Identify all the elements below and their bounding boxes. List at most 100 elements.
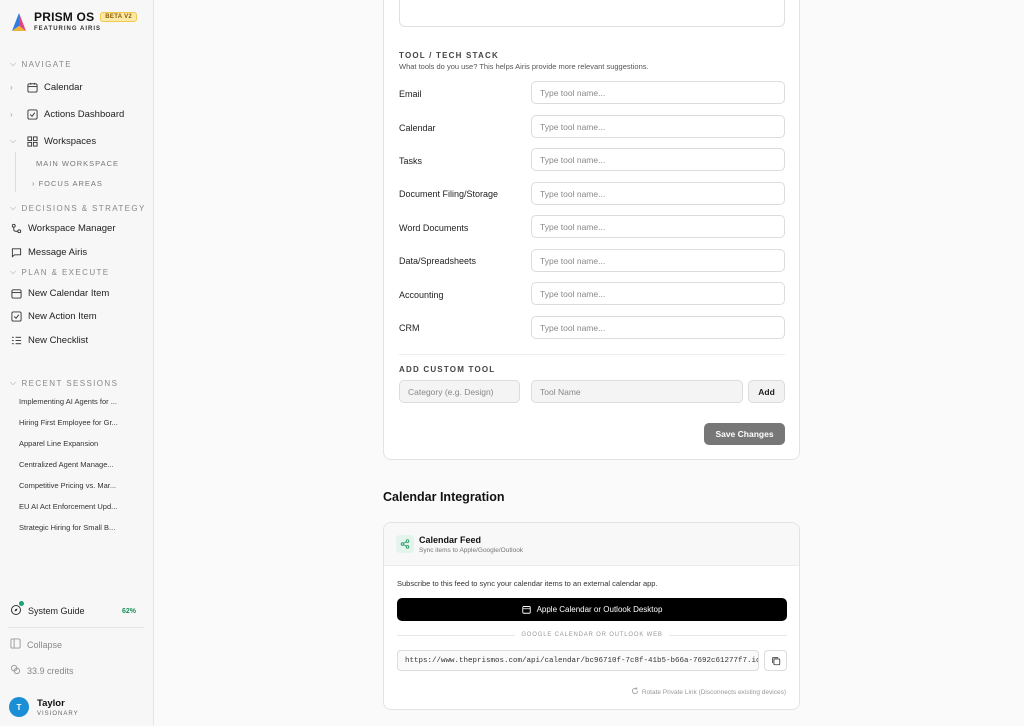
navigate-section[interactable]: ⌵ NAVIGATE: [10, 59, 72, 69]
add-tool-button[interactable]: Add: [748, 380, 785, 403]
tool-stack-title: TOOL / TECH STACK: [399, 51, 499, 60]
brand-name: PRISM OS: [34, 10, 95, 24]
refresh-icon: [631, 687, 639, 697]
session-item[interactable]: Apparel Line Expansion: [19, 439, 129, 448]
guide-progress: 62%: [121, 607, 136, 615]
tool-input-crm[interactable]: [531, 316, 785, 339]
message-icon: [10, 246, 22, 258]
sidebar-item-new-action-item[interactable]: New Action Item: [10, 310, 97, 322]
tool-label-tasks: Tasks: [399, 156, 423, 166]
checkbox-icon: [10, 310, 22, 322]
grid-icon: [26, 135, 38, 147]
tool-input-spreadsheets[interactable]: [531, 249, 785, 272]
recent-sessions-section[interactable]: ⌵ RECENT SESSIONS: [10, 378, 118, 388]
checklist-icon: [10, 334, 22, 346]
session-item[interactable]: Centralized Agent Manage...: [19, 460, 129, 469]
chevron-down-icon: ⌵: [10, 59, 18, 68]
calendar-url-field[interactable]: https://www.theprismos.com/api/calendar/…: [397, 650, 759, 671]
collapse-icon: [10, 638, 21, 651]
plan-section[interactable]: ⌵ PLAN & EXECUTE: [10, 267, 110, 277]
tool-label-accounting: Accounting: [399, 290, 444, 300]
rotate-link-button[interactable]: Rotate Private Link (Disconnects existin…: [631, 687, 786, 697]
sidebar-item-label: Message Airis: [28, 246, 88, 258]
sidebar-item-main-workspace[interactable]: MAIN WORKSPACE: [36, 159, 119, 168]
user-profile[interactable]: T Taylor VISIONARY: [9, 697, 79, 717]
brand-subtitle: FEATURING AIRIS: [34, 26, 101, 32]
tool-label-spreadsheets: Data/Spreadsheets: [399, 256, 477, 266]
sidebar-item-calendar[interactable]: › Calendar: [10, 81, 83, 93]
user-name: Taylor: [37, 697, 65, 709]
sidebar-item-label: Workspaces: [44, 135, 97, 147]
calendar-feed-title: Calendar Feed: [419, 535, 482, 545]
session-item[interactable]: Hiring First Employee for Gr...: [19, 418, 129, 427]
system-guide[interactable]: System Guide 62%: [10, 601, 136, 618]
decisions-section[interactable]: ⌵ DECISIONS & STRATEGY: [10, 203, 146, 213]
session-item[interactable]: Implementing AI Agents for ...: [19, 397, 129, 406]
sidebar-item-new-checklist[interactable]: New Checklist: [10, 334, 88, 346]
prism-logo-icon: [12, 13, 26, 31]
sidebar-item-label: New Action Item: [28, 310, 97, 322]
brand[interactable]: PRISM OS BETA V2 FEATURING AIRIS: [12, 10, 138, 32]
sidebar-item-label: FOCUS AREAS: [38, 179, 103, 188]
sidebar-item-new-calendar-item[interactable]: New Calendar Item: [10, 287, 109, 299]
tool-input-document-storage[interactable]: [531, 182, 785, 205]
or-separator: GOOGLE CALENDAR OR OUTLOOK WEB: [397, 630, 788, 640]
sidebar-item-message-airis[interactable]: Message Airis: [10, 246, 87, 258]
sidebar-item-focus-areas[interactable]: › FOCUS AREAS: [32, 179, 103, 188]
calendar-feed-card: Calendar Feed Sync items to Apple/Google…: [383, 522, 800, 710]
divider: [399, 354, 785, 355]
credits: 33.9 credits: [10, 664, 74, 677]
sidebar-item-label: Workspace Manager: [28, 222, 116, 234]
custom-category-input[interactable]: [399, 380, 520, 403]
calendar-feed-desc: Subscribe to this feed to sync your cale…: [397, 579, 658, 588]
section-label: RECENT SESSIONS: [21, 378, 119, 388]
collapse-button[interactable]: Collapse: [10, 638, 62, 651]
calendar-feed-header: Calendar Feed Sync items to Apple/Google…: [384, 523, 799, 566]
sidebar-item-workspaces[interactable]: ⌵ Workspaces: [10, 135, 96, 147]
chevron-down-icon: ⌵: [10, 378, 18, 387]
chevron-down-icon: ⌵: [10, 203, 18, 212]
tool-label-calendar: Calendar: [399, 123, 436, 133]
sidebar-item-label: New Checklist: [28, 334, 89, 346]
custom-tool-name-input[interactable]: [531, 380, 743, 403]
tool-stack-desc: What tools do you use? This helps Airis …: [399, 62, 649, 71]
or-label: GOOGLE CALENDAR OR OUTLOOK WEB: [521, 632, 663, 638]
copy-url-button[interactable]: [764, 650, 787, 671]
tool-input-tasks[interactable]: [531, 148, 785, 171]
button-label: Apple Calendar or Outlook Desktop: [536, 605, 663, 614]
tool-label-word-documents: Word Documents: [399, 223, 469, 233]
sidebar-item-label: Calendar: [44, 81, 83, 93]
session-item[interactable]: EU AI Act Enforcement Upd...: [19, 502, 129, 511]
sidebar-item-actions-dashboard[interactable]: › Actions Dashboard: [10, 108, 124, 120]
notification-dot: [19, 601, 24, 606]
collapse-label: Collapse: [27, 639, 63, 650]
session-item[interactable]: Competitive Pricing vs. Mar...: [19, 481, 129, 490]
tool-input-word-documents[interactable]: [531, 215, 785, 238]
tool-stack-card: TOOL / TECH STACK What tools do you use?…: [383, 0, 800, 460]
calendar-icon: [10, 287, 22, 299]
section-label: NAVIGATE: [21, 59, 72, 69]
calendar-icon: [521, 605, 531, 614]
session-item[interactable]: Strategic Hiring for Small B...: [19, 523, 129, 532]
previous-textarea[interactable]: [399, 0, 785, 27]
tool-input-email[interactable]: [531, 81, 785, 104]
chevron-down-icon: ⌵: [10, 267, 18, 276]
share-icon: [10, 222, 22, 234]
apple-calendar-button[interactable]: Apple Calendar or Outlook Desktop: [397, 598, 787, 621]
chevron-right-icon: ›: [10, 82, 13, 92]
section-label: PLAN & EXECUTE: [21, 267, 110, 277]
guide-label: System Guide: [28, 606, 85, 616]
avatar: T: [9, 697, 29, 717]
save-changes-button[interactable]: Save Changes: [704, 423, 785, 445]
tool-label-email: Email: [399, 89, 422, 99]
sidebar-item-label: New Calendar Item: [28, 287, 110, 299]
tool-input-accounting[interactable]: [531, 282, 785, 305]
rotate-link-label: Rotate Private Link (Disconnects existin…: [641, 688, 786, 696]
chevron-right-icon: ›: [32, 179, 39, 188]
tool-input-calendar[interactable]: [531, 115, 785, 138]
beta-badge: BETA V2: [100, 12, 138, 22]
sidebar-item-label: Actions Dashboard: [44, 108, 125, 120]
sidebar-item-workspace-manager[interactable]: Workspace Manager: [10, 222, 115, 234]
copy-icon: [771, 656, 780, 665]
chevron-down-icon: ⌵: [10, 136, 17, 145]
